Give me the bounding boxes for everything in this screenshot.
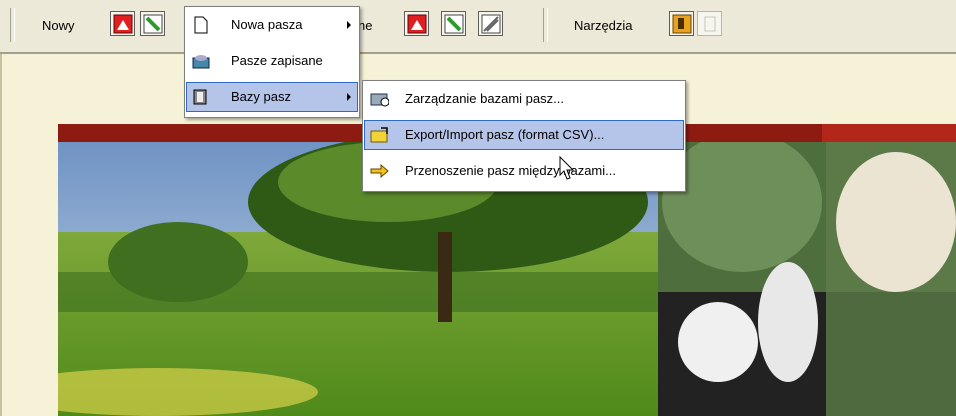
toolbar-label-new: Nowy bbox=[42, 18, 75, 33]
menu-item-label: Pasze zapisane bbox=[231, 53, 323, 68]
submenu-item-export-import-csv[interactable]: Export/Import pasz (format CSV)... bbox=[364, 120, 684, 150]
toolbar-label-tools: Narzędzia bbox=[574, 18, 633, 33]
submenu-arrow-icon bbox=[347, 21, 351, 29]
document-icon bbox=[194, 16, 208, 34]
menu-item-new-feed[interactable]: Nowa pasza bbox=[187, 11, 357, 39]
disabled-tool-icon bbox=[704, 16, 716, 32]
new-green-button[interactable] bbox=[140, 11, 165, 36]
submenu-item-manage-databases[interactable]: Zarządzanie bazami pasz... bbox=[365, 85, 683, 113]
toolbar-separator bbox=[543, 8, 548, 42]
open-red-button[interactable] bbox=[404, 11, 429, 36]
toolbar-separator bbox=[10, 8, 15, 42]
submenu-item-move-between-databases[interactable]: Przenoszenie pasz między bazami... bbox=[365, 157, 683, 185]
tools-gray-button[interactable] bbox=[478, 11, 503, 36]
database-manage-icon bbox=[370, 93, 389, 107]
toolbar-label-2: ne bbox=[358, 18, 373, 33]
tool-disabled-button[interactable] bbox=[697, 11, 722, 36]
p-tool-icon bbox=[672, 14, 692, 34]
toolbar: Nowy ne Narzędzia bbox=[0, 0, 956, 54]
pencil-icon bbox=[444, 14, 464, 34]
mouse-cursor-icon bbox=[559, 156, 575, 180]
folder-export-icon bbox=[370, 127, 388, 143]
submenu-item-label: Zarządzanie bazami pasz... bbox=[405, 91, 564, 106]
submenu-item-label: Przenoszenie pasz między bazami... bbox=[405, 163, 616, 178]
tool-p-button[interactable] bbox=[669, 11, 694, 36]
pencil-icon bbox=[143, 14, 163, 34]
red-doc-icon bbox=[407, 14, 427, 34]
database-icon bbox=[193, 89, 207, 105]
menu-item-label: Bazy pasz bbox=[231, 89, 291, 104]
new-red-button[interactable] bbox=[110, 11, 135, 36]
open-folder-icon bbox=[192, 55, 210, 69]
transfer-arrow-icon bbox=[370, 163, 389, 179]
edit-green-button[interactable] bbox=[441, 11, 466, 36]
red-doc-icon bbox=[113, 14, 133, 34]
new-dropdown-menu: Nowa pasza Pasze zapisane Bazy pasz bbox=[184, 6, 360, 118]
menu-item-label: Nowa pasza bbox=[231, 17, 303, 32]
submenu-arrow-icon bbox=[347, 93, 351, 101]
wrench-icon bbox=[481, 14, 501, 34]
menu-item-feed-databases[interactable]: Bazy pasz bbox=[186, 82, 358, 112]
feed-databases-submenu: Zarządzanie bazami pasz... Export/Import… bbox=[362, 80, 686, 192]
submenu-item-label: Export/Import pasz (format CSV)... bbox=[405, 127, 605, 142]
menu-item-saved-feeds[interactable]: Pasze zapisane bbox=[187, 47, 357, 75]
